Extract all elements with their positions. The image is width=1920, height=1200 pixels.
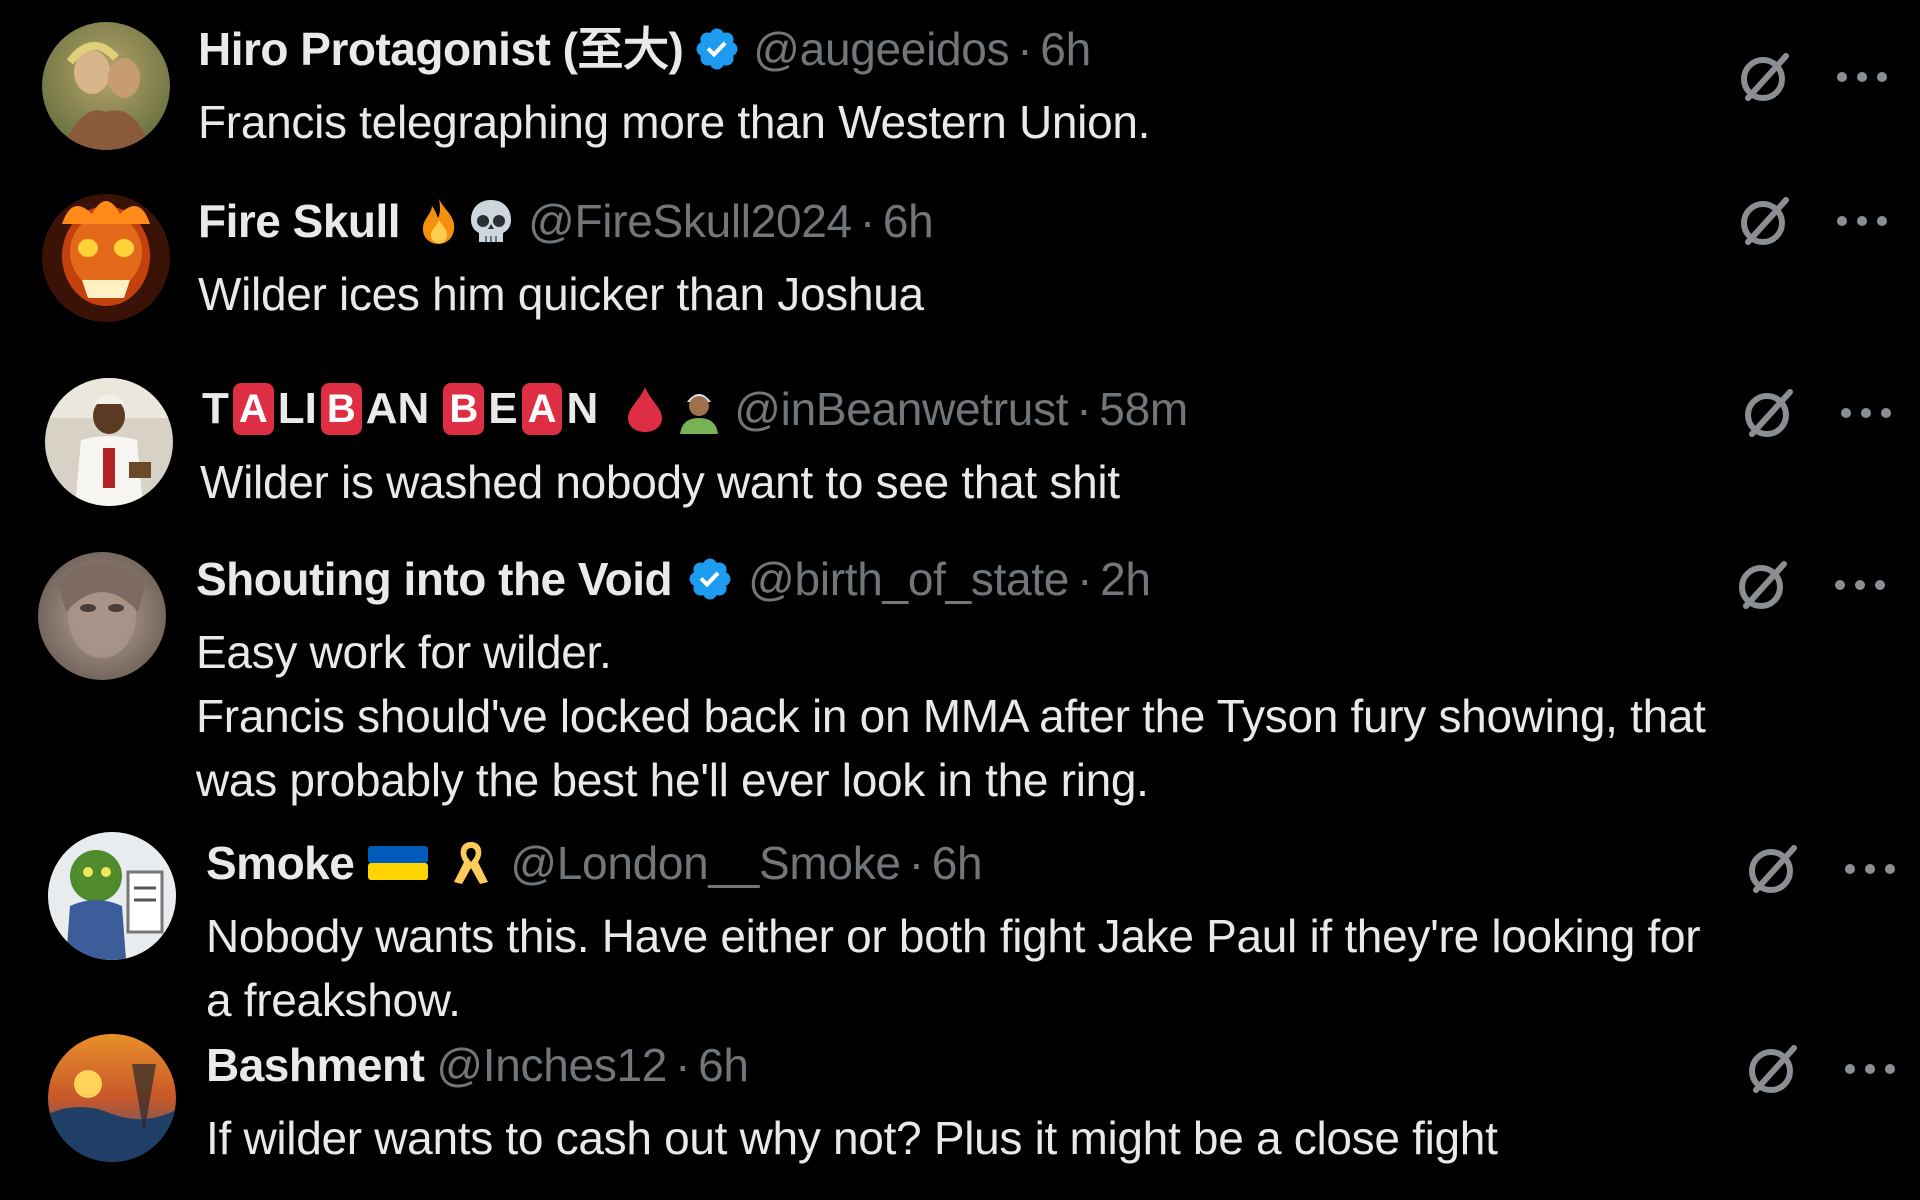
grok-slash-circle-icon[interactable] (1740, 384, 1798, 442)
separator: · (675, 1039, 691, 1091)
reply-text: Wilder ices him quicker than Joshua (198, 262, 1920, 326)
fire-icon (414, 196, 464, 246)
reply-content: Hiro Protagonist (至大) @augeeidos · 6h Fr… (198, 18, 1920, 154)
separator: · (1017, 23, 1033, 75)
reply-header: T A LI B AN B E A N @inBeanwetrust · 58m (200, 378, 1920, 440)
grok-slash-circle-icon[interactable] (1736, 192, 1794, 250)
avatar[interactable] (38, 552, 166, 680)
reply-header: Fire Skull @FireSkull2024 · 6h (198, 190, 1920, 252)
person-icon (674, 384, 724, 434)
reply-content: Shouting into the Void @birth_of_state ·… (196, 548, 1920, 812)
name-letter: LI (277, 384, 317, 433)
reply-actions (1744, 838, 1898, 900)
separator: · (908, 837, 924, 889)
handle[interactable]: @London__Smoke (510, 832, 901, 894)
replies-feed: Hiro Protagonist (至大) @augeeidos · 6h Fr… (0, 0, 1920, 1200)
more-dots-icon[interactable] (1832, 575, 1888, 595)
display-name[interactable]: T A LI B AN B E A N (200, 378, 600, 440)
grok-slash-circle-icon[interactable] (1744, 1040, 1802, 1098)
separator: · (1077, 553, 1093, 605)
reply-actions (1736, 190, 1890, 252)
handle[interactable]: @augeeidos (753, 18, 1009, 80)
reply-text-line: Nobody wants this. Have either or both f… (206, 910, 1701, 962)
reply-header: Smoke @London__Smoke · 6h (206, 832, 1920, 894)
handle[interactable]: @birth_of_state (748, 548, 1069, 610)
handle[interactable]: @FireSkull2024 (528, 190, 852, 252)
reply-actions (1734, 554, 1888, 616)
reply-content: Bashment @Inches12 · 6h If wilder wants … (206, 1034, 1920, 1170)
more-dots-icon[interactable] (1842, 859, 1898, 879)
display-name[interactable]: Smoke (206, 832, 355, 894)
more-dots-icon[interactable] (1834, 211, 1890, 231)
reply-content: Fire Skull @FireSkull2024 · 6h Wilder ic… (198, 190, 1920, 326)
display-name[interactable]: Fire Skull (198, 190, 401, 252)
reply-text: Easy work for wilder. Francis should've … (196, 620, 1920, 812)
reply-text-line: a freakshow. (206, 974, 461, 1026)
separator: · (1076, 383, 1092, 435)
reply-text-line: Wilder ices him quicker than Joshua (198, 268, 924, 320)
separator: · (859, 195, 875, 247)
more-dots-icon[interactable] (1838, 403, 1894, 423)
avatar[interactable] (48, 832, 176, 960)
avatar[interactable] (42, 22, 170, 150)
timestamp[interactable]: 6h (1040, 18, 1091, 80)
verified-badge-icon (693, 25, 741, 73)
reply-text-line: Francis telegraphing more than Western U… (198, 96, 1151, 148)
handle[interactable]: @inBeanwetrust (734, 378, 1068, 440)
name-letter-box: B (320, 383, 362, 435)
reply-text: If wilder wants to cash out why not? Plu… (206, 1106, 1920, 1170)
name-letter: T (202, 384, 229, 433)
name-letter: AN (365, 384, 430, 433)
drop-of-blood-icon (620, 384, 670, 434)
more-dots-icon[interactable] (1834, 67, 1890, 87)
reply-text: Nobody wants this. Have either or both f… (206, 904, 1920, 1032)
name-letter-box: A (232, 383, 274, 435)
display-name[interactable]: Hiro Protagonist (至大) (198, 18, 684, 80)
reply-actions (1744, 1038, 1898, 1100)
reply-text: Wilder is washed nobody want to see that… (200, 450, 1920, 514)
grok-slash-circle-icon[interactable] (1744, 840, 1802, 898)
display-name[interactable]: Shouting into the Void (196, 548, 673, 610)
reply-text-line: Wilder is washed nobody want to see that… (200, 456, 1120, 508)
grok-slash-circle-icon[interactable] (1734, 556, 1792, 614)
handle[interactable]: @Inches12 (436, 1034, 667, 1096)
name-letter: E (488, 384, 518, 433)
reply-text-line: Francis should've locked back in on MMA … (196, 690, 1706, 742)
reply-text-line: If wilder wants to cash out why not? Plu… (206, 1112, 1498, 1164)
reply-text-line: was probably the best he'll ever look in… (196, 754, 1149, 806)
timestamp[interactable]: 6h (883, 190, 934, 252)
timestamp[interactable]: 58m (1099, 378, 1188, 440)
reply-header: Shouting into the Void @birth_of_state ·… (196, 548, 1920, 610)
timestamp[interactable]: 6h (698, 1034, 749, 1096)
more-dots-icon[interactable] (1842, 1059, 1898, 1079)
reply-actions (1736, 46, 1890, 108)
reply-actions (1740, 382, 1894, 444)
reply-header: Hiro Protagonist (至大) @augeeidos · 6h (198, 18, 1920, 80)
avatar[interactable] (48, 1034, 176, 1162)
name-letter: N (566, 384, 599, 433)
grok-slash-circle-icon[interactable] (1736, 48, 1794, 106)
timestamp[interactable]: 6h (932, 832, 983, 894)
name-letter-box: B (443, 383, 485, 435)
reply-content: T A LI B AN B E A N @inBeanwetrust · 58m… (200, 378, 1920, 514)
avatar[interactable] (45, 378, 173, 506)
reply-text: Francis telegraphing more than Western U… (198, 90, 1920, 154)
skull-icon (466, 196, 516, 246)
reply-content: Smoke @London__Smoke · 6h Nobody wants t… (206, 832, 1920, 1032)
name-letter-box: A (521, 383, 563, 435)
display-name[interactable]: Bashment (206, 1034, 425, 1096)
avatar[interactable] (42, 194, 170, 322)
verified-badge-icon (686, 555, 734, 603)
reply-header: Bashment @Inches12 · 6h (206, 1034, 1920, 1096)
yellow-ribbon-icon (446, 838, 496, 888)
timestamp[interactable]: 2h (1100, 548, 1151, 610)
reply-text-line: Easy work for wilder. (196, 626, 612, 678)
ukraine-flag-icon (368, 838, 429, 888)
